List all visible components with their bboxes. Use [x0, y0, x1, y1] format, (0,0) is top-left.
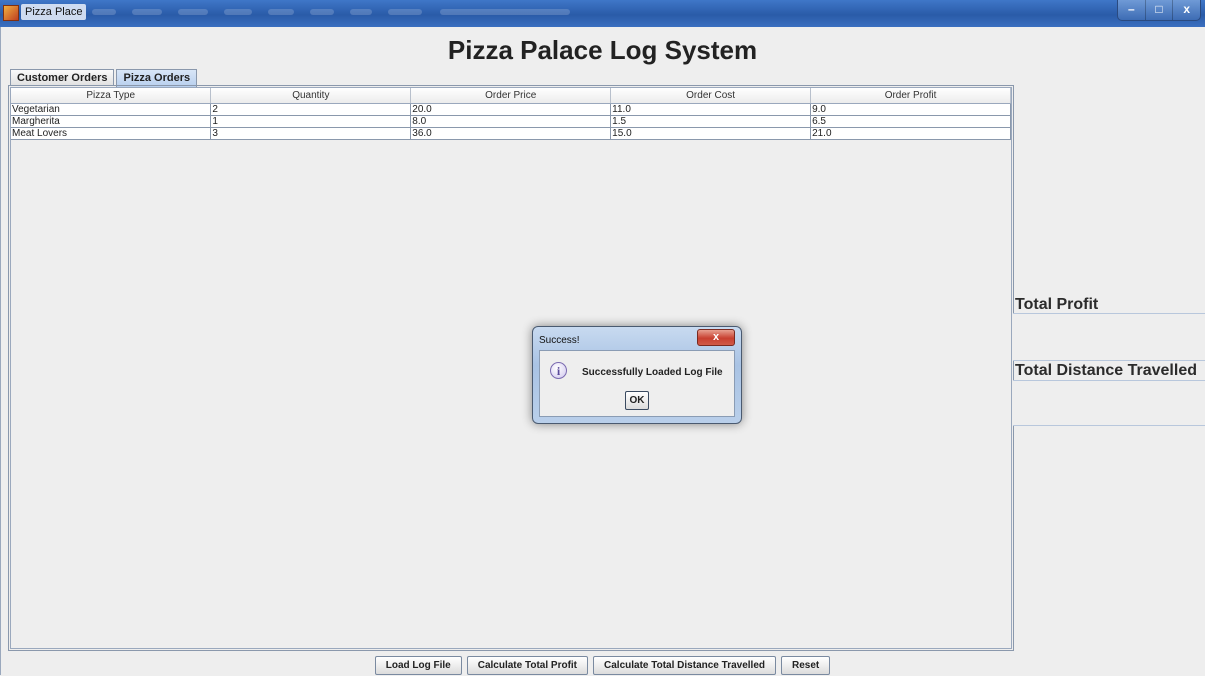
totals-panel: Total Profit Total Distance Travelled: [1013, 296, 1205, 426]
table-header-row: Pizza Type Quantity Order Price Order Co…: [11, 88, 1011, 104]
tab-customer-orders[interactable]: Customer Orders: [10, 69, 115, 86]
table-cell[interactable]: 36.0: [410, 127, 612, 140]
background-ribbon-ghost: [310, 9, 334, 15]
background-ribbon-ghost: [440, 9, 570, 15]
window-controls: – □ x: [1117, 0, 1201, 21]
background-ribbon-ghost: [350, 9, 372, 15]
table-cell[interactable]: 1: [210, 115, 412, 128]
background-ribbon-ghost: [132, 9, 162, 15]
table-cell[interactable]: 8.0: [410, 115, 612, 128]
page-title: Pizza Palace Log System: [447, 35, 758, 65]
dialog-title: Success!: [539, 335, 580, 346]
ok-button[interactable]: OK: [625, 391, 649, 410]
info-icon: i: [550, 362, 567, 379]
table-cell[interactable]: 21.0: [810, 127, 1011, 140]
table-cell[interactable]: 11.0: [610, 103, 812, 116]
window-title-bar: Pizza Place – □ x: [0, 0, 1205, 27]
table-row[interactable]: Vegetarian 2 20.0 11.0 9.0: [11, 103, 1011, 116]
table-cell[interactable]: 1.5: [610, 115, 812, 128]
java-app-icon: [3, 5, 19, 21]
table-cell[interactable]: 9.0: [810, 103, 1011, 116]
background-ribbon-ghost: [178, 9, 208, 15]
maximize-button[interactable]: □: [1146, 0, 1174, 20]
column-header-order-price[interactable]: Order Price: [410, 88, 612, 104]
calculate-total-profit-button[interactable]: Calculate Total Profit: [466, 656, 589, 675]
reset-button[interactable]: Reset: [781, 656, 831, 675]
table-cell[interactable]: 2: [210, 103, 412, 116]
column-header-order-profit[interactable]: Order Profit: [810, 88, 1011, 104]
table-row[interactable]: Margherita 1 8.0 1.5 6.5: [11, 115, 1011, 128]
calculate-total-distance-button[interactable]: Calculate Total Distance Travelled: [593, 656, 777, 675]
background-ribbon-ghost: [224, 9, 252, 15]
table-cell[interactable]: Meat Lovers: [11, 127, 212, 140]
table-cell[interactable]: Margherita: [11, 115, 212, 128]
column-header-pizza-type[interactable]: Pizza Type: [11, 88, 212, 104]
dialog-body: i Successfully Loaded Log File OK: [539, 350, 735, 417]
table-cell[interactable]: 3: [210, 127, 412, 140]
total-distance-label: Total Distance Travelled: [1015, 362, 1197, 379]
table-cell[interactable]: Vegetarian: [11, 103, 212, 116]
background-ribbon-ghost: [268, 9, 294, 15]
background-ribbon-ghost: [388, 9, 422, 15]
minimize-button[interactable]: –: [1118, 0, 1146, 20]
table-row[interactable]: Meat Lovers 3 36.0 15.0 21.0: [11, 127, 1011, 140]
close-window-button[interactable]: x: [1173, 0, 1200, 20]
column-header-quantity[interactable]: Quantity: [210, 88, 412, 104]
success-dialog: Success! x i Successfully Loaded Log Fil…: [532, 326, 742, 424]
action-button-bar: Load Log File Calculate Total Profit Cal…: [0, 656, 1205, 676]
column-header-order-cost[interactable]: Order Cost: [610, 88, 812, 104]
table-cell[interactable]: 6.5: [810, 115, 1011, 128]
window-title: Pizza Place: [21, 4, 87, 20]
total-profit-field: [1013, 313, 1205, 361]
dialog-close-button[interactable]: x: [697, 329, 735, 346]
dialog-message: Successfully Loaded Log File: [582, 367, 723, 378]
total-profit-label: Total Profit: [1015, 296, 1099, 313]
table-cell[interactable]: 20.0: [410, 103, 612, 116]
table-cell[interactable]: 15.0: [610, 127, 812, 140]
background-ribbon-ghost: [92, 9, 116, 15]
pizza-orders-table: Pizza Type Quantity Order Price Order Co…: [11, 88, 1011, 140]
load-log-file-button[interactable]: Load Log File: [374, 656, 462, 675]
pizza-orders-table-scrollpane[interactable]: Pizza Type Quantity Order Price Order Co…: [10, 87, 1012, 649]
total-distance-field: [1013, 380, 1205, 426]
